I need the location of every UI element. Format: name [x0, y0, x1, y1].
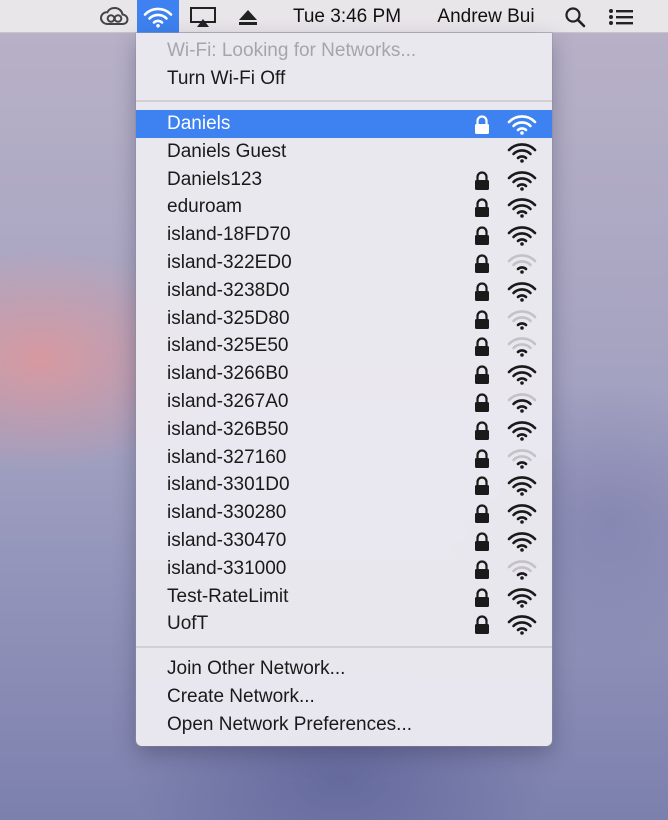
network-name: island-327160	[167, 446, 287, 468]
network-item[interactable]: island-330470	[136, 527, 552, 555]
open-network-preferences-label: Open Network Preferences...	[167, 714, 412, 735]
network-name: island-3238D0	[167, 279, 290, 301]
network-name: island-325E50	[167, 335, 289, 357]
lock-icon	[475, 337, 489, 357]
lock-icon	[475, 171, 489, 190]
network-item[interactable]: island-325D80	[136, 305, 552, 333]
wifi-signal-icon	[507, 198, 537, 219]
menu-separator	[136, 646, 552, 648]
creative-cloud-icon[interactable]	[96, 0, 132, 33]
lock-icon	[475, 588, 489, 607]
wifi-dropdown-menu: Wi-Fi: Looking for Networks... Turn Wi-F…	[136, 33, 552, 746]
network-name: island-3266B0	[167, 363, 289, 385]
wifi-signal-icon	[507, 365, 537, 385]
network-item[interactable]: island-3238D0	[136, 277, 552, 305]
menu-bar: Tue 3:46 PM Andrew Bui	[0, 0, 668, 33]
network-item[interactable]: eduroam	[136, 193, 552, 221]
wifi-signal-icon	[507, 143, 537, 163]
network-name: Test-RateLimit	[167, 585, 289, 607]
network-name: Daniels	[167, 113, 231, 134]
network-name: island-3301D0	[167, 474, 290, 496]
wifi-signal-icon	[507, 504, 537, 524]
network-item[interactable]: island-3301D0	[136, 471, 552, 499]
wifi-signal-icon	[507, 532, 537, 552]
wifi-signal-icon	[507, 226, 537, 246]
wifi-status-item: Wi-Fi: Looking for Networks...	[136, 37, 552, 65]
turn-wifi-off-label: Turn Wi-Fi Off	[167, 68, 286, 89]
lock-icon	[475, 282, 489, 301]
network-item[interactable]: island-3267A0	[136, 388, 552, 416]
create-network-label: Create Network...	[167, 686, 315, 707]
wifi-signal-icon	[507, 587, 537, 608]
eject-icon[interactable]	[234, 0, 262, 33]
network-item[interactable]: Daniels123	[136, 166, 552, 194]
network-name: island-330280	[167, 502, 287, 524]
network-item[interactable]: Daniels Guest	[136, 138, 552, 166]
wifi-signal-icon	[507, 476, 537, 497]
wifi-signal-icon	[507, 170, 537, 191]
network-name: island-3267A0	[167, 391, 289, 412]
network-name: Daniels123	[167, 168, 263, 190]
lock-icon	[475, 310, 489, 329]
network-item[interactable]: island-330280	[136, 499, 552, 527]
network-item[interactable]: island-18FD70	[136, 221, 552, 249]
create-network-item[interactable]: Create Network...	[136, 683, 552, 711]
network-name: eduroam	[167, 196, 242, 218]
network-name: island-325D80	[167, 307, 290, 329]
join-other-network-label: Join Other Network...	[167, 658, 346, 679]
lock-icon	[475, 254, 489, 273]
lock-icon	[475, 115, 489, 134]
lock-icon	[475, 365, 489, 385]
wifi-signal-icon	[507, 282, 537, 302]
join-other-network-item[interactable]: Join Other Network...	[136, 655, 552, 683]
network-name: island-330470	[167, 530, 287, 551]
network-name: island-326B50	[167, 418, 289, 440]
network-item[interactable]: island-331000	[136, 555, 552, 583]
wifi-signal-icon	[507, 393, 537, 413]
lock-icon	[475, 449, 489, 468]
menubar-user-name[interactable]: Andrew Bui	[426, 0, 546, 33]
menubar-clock[interactable]: Tue 3:46 PM	[282, 0, 412, 33]
network-name: UofT	[167, 613, 209, 635]
network-item[interactable]: Test-RateLimit	[136, 583, 552, 611]
lock-icon	[475, 532, 489, 551]
network-item[interactable]: island-327160	[136, 444, 552, 472]
wifi-signal-icon	[507, 615, 537, 636]
network-item[interactable]: island-322ED0	[136, 249, 552, 277]
network-item[interactable]: island-325E50	[136, 332, 552, 360]
network-name: island-331000	[167, 557, 287, 579]
network-name: island-322ED0	[167, 252, 292, 273]
lock-icon	[475, 421, 489, 440]
lock-icon	[475, 476, 489, 496]
lock-icon	[475, 615, 489, 635]
wifi-signal-icon	[507, 421, 537, 441]
spotlight-search-icon[interactable]	[561, 0, 589, 33]
network-item[interactable]: Daniels	[136, 110, 552, 138]
network-item[interactable]: island-326B50	[136, 416, 552, 444]
wifi-signal-icon	[507, 337, 537, 358]
network-item[interactable]: island-3266B0	[136, 360, 552, 388]
lock-icon	[475, 226, 489, 246]
wifi-signal-icon	[507, 448, 537, 469]
wifi-signal-icon	[507, 560, 537, 580]
wifi-signal-icon	[507, 254, 537, 274]
network-name: island-18FD70	[167, 224, 291, 246]
lock-icon	[475, 560, 489, 579]
wifi-status-label: Wi-Fi: Looking for Networks...	[167, 40, 417, 61]
lock-icon	[475, 198, 489, 218]
network-item[interactable]: UofT	[136, 610, 552, 638]
menu-separator	[136, 100, 552, 102]
wifi-signal-icon	[507, 309, 537, 330]
airplay-icon[interactable]	[186, 0, 220, 33]
lock-icon	[475, 504, 489, 524]
lock-icon	[475, 393, 489, 412]
turn-wifi-off-item[interactable]: Turn Wi-Fi Off	[136, 65, 552, 93]
notification-center-icon[interactable]	[604, 0, 638, 33]
network-name: Daniels Guest	[167, 140, 287, 162]
wifi-signal-icon	[507, 115, 537, 135]
open-network-preferences-item[interactable]: Open Network Preferences...	[136, 711, 552, 739]
wifi-menu-icon[interactable]	[137, 0, 179, 33]
